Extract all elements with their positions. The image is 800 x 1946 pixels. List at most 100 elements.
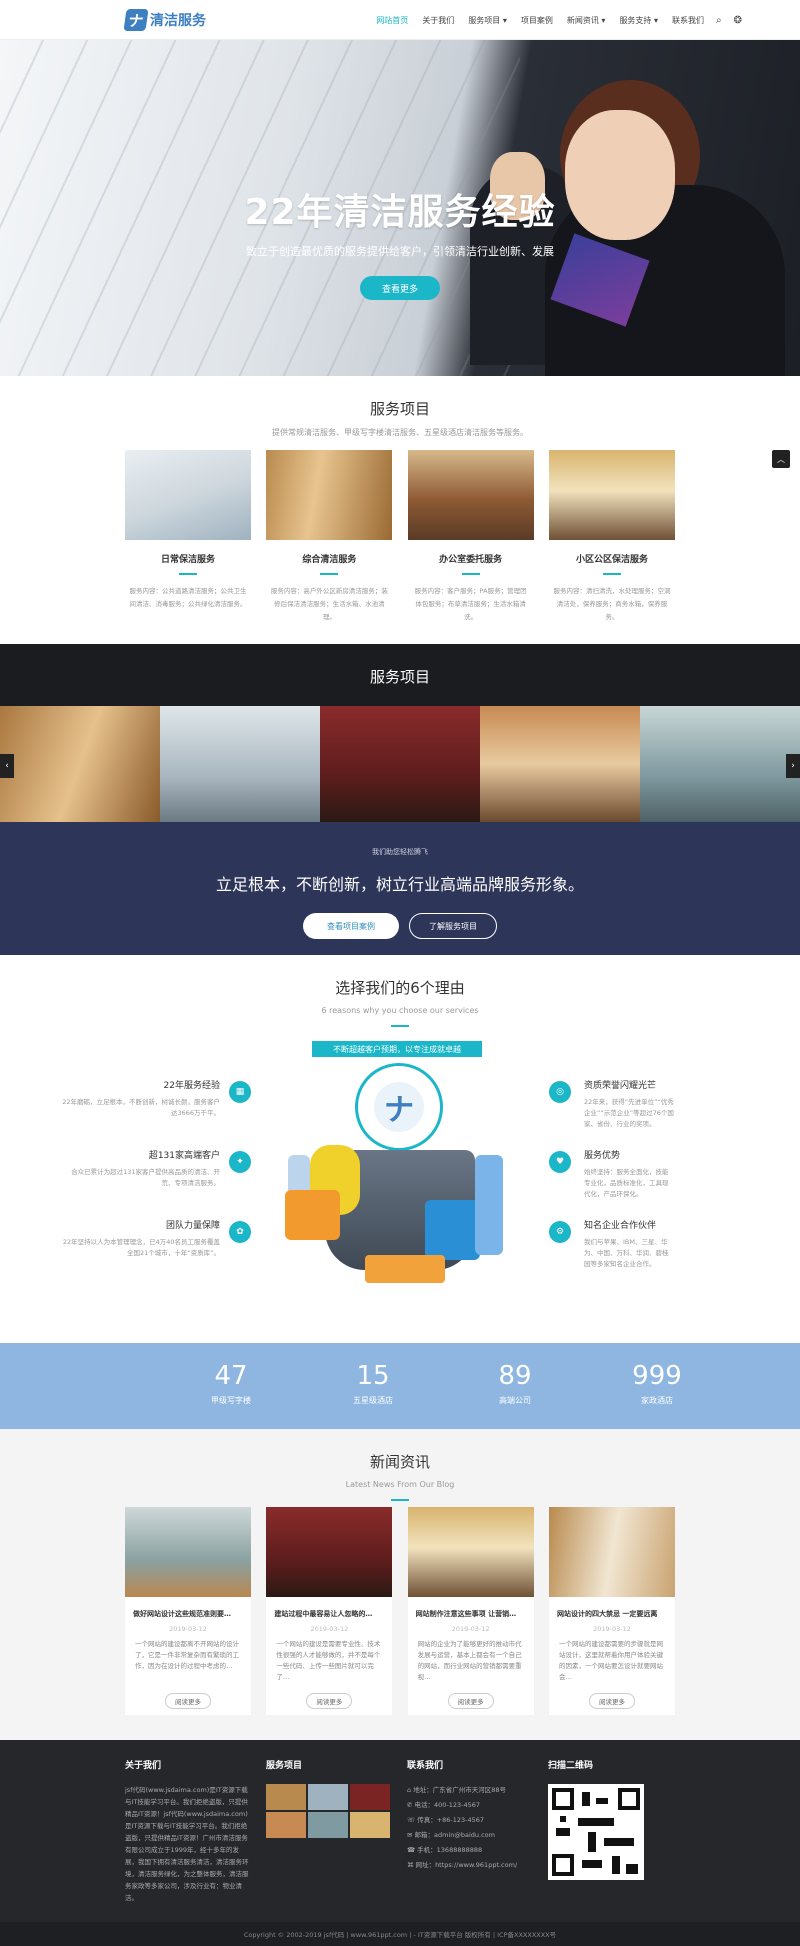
nav-cases[interactable]: 项目案例 <box>521 15 553 26</box>
reason-item: 团队力量保障 22年坚持以人为本管理理念，已4万40名员工服务覆盖全国21个城市… <box>60 1221 220 1259</box>
reason-item: 资质荣誉闪耀光芒 22年来，获得“先进单位”“优秀企业”“示范企业”等超过76个… <box>584 1081 674 1130</box>
nav-home[interactable]: 网站首页 <box>376 15 408 26</box>
nav-services[interactable]: 服务项目 ▾ <box>468 15 507 26</box>
reason-desc: 22年磨砺，立足根本，不断创新，树诚长颜，服务客户达3666万千平。 <box>62 1098 220 1117</box>
service-title: 办公室委托服务 <box>439 555 503 565</box>
reasons-subtitle: 6 reasons why you choose our services <box>321 1006 479 1015</box>
service-card[interactable]: 办公室委托服务 服务内容：客户服务；PA服务；管理团体包服务；布草清洁服务；生活… <box>407 450 534 624</box>
stat-label: 五星级酒店 <box>353 1396 393 1405</box>
reason-desc: 22年来，获得“先进单位”“优秀企业”“示范企业”等超过76个国家、省份、行业的… <box>584 1098 674 1128</box>
footer-thumb[interactable] <box>350 1812 390 1838</box>
award-icon: ◎ <box>549 1081 571 1103</box>
footer-contact-title: 联系我们 <box>407 1761 444 1771</box>
slide-image[interactable] <box>160 706 320 822</box>
stat-label: 甲级写字楼 <box>211 1396 251 1405</box>
footer-qr-title: 扫描二维码 <box>548 1761 594 1771</box>
read-more-button[interactable]: 阅读更多 <box>165 1693 211 1709</box>
contact-website[interactable]: ⌘ 网址：https://www.961ppt.com/ <box>407 1859 537 1871</box>
read-more-button[interactable]: 阅读更多 <box>588 1693 635 1709</box>
slide-image[interactable] <box>320 706 480 822</box>
hero-subtitle: 致立于创造最优质的服务提供给客户，引领清洁行业创新、发展 <box>246 245 554 258</box>
service-desc: 服务内容：客户服务；PA服务；管理团体包服务；布草清洁服务；生活水箱清洗。 <box>414 587 527 621</box>
footer-thumb[interactable] <box>350 1784 390 1810</box>
news-excerpt: 一个网站的建设是需要专业性、技术性很强的人才能够做的，并不是每个一些代码、上传一… <box>276 1640 381 1681</box>
news-date: 2019-03-12 <box>310 1625 349 1633</box>
news-card-title[interactable]: 网站设计的四大禁忌 一定要远离 <box>557 1609 667 1619</box>
slider-next-arrow-icon[interactable]: › <box>786 754 800 778</box>
news-card-title[interactable]: 做好网站设计这些规范准则要… <box>133 1609 243 1619</box>
service-image <box>407 450 534 540</box>
footer-thumb[interactable] <box>266 1784 306 1810</box>
contact-fax: ☏ 传真：+86-123-4567 <box>407 1816 485 1824</box>
stat-number: 999 <box>632 1361 682 1391</box>
reasons-title: 选择我们的6个理由 <box>335 979 465 997</box>
service-card[interactable]: 日常保洁服务 服务内容：公共道路清洁服务；公共卫生间清洁、消毒服务；公共绿化清洁… <box>125 450 251 624</box>
qr-code-image <box>548 1784 644 1880</box>
divider <box>179 573 197 575</box>
news-date: 2019-03-12 <box>451 1625 490 1633</box>
hero-more-button[interactable]: 查看更多 <box>360 276 440 300</box>
stat-item: 999 家政酒店 <box>586 1343 728 1429</box>
news-card[interactable]: 网站制作注意这些事项 让营销… 2019-03-12 网站的企业为了能够更好的推… <box>407 1507 534 1715</box>
news-card[interactable]: 建站过程中最容易让人忽略的… 2019-03-12 一个网站的建设是需要专业性、… <box>266 1507 393 1715</box>
news-card[interactable]: 做好网站设计这些规范准则要… 2019-03-12 一个网站的建设都离不开网站的… <box>125 1507 251 1715</box>
divider <box>461 573 480 575</box>
news-card-title[interactable]: 网站制作注意这些事项 让营销… <box>416 1609 526 1619</box>
contact-email[interactable]: ✉ 邮箱：admin@baidu.com <box>407 1829 537 1841</box>
news-card[interactable]: 网站设计的四大禁忌 一定要远离 2019-03-12 一个网站的建设都需要的步骤… <box>548 1507 675 1715</box>
hero-title: 22年清洁服务经验 <box>244 192 556 233</box>
service-desc: 服务内容：公共道路清洁服务；公共卫生间清洁、消毒服务；公共绿化清洁服务。 <box>129 587 247 608</box>
nav-news[interactable]: 新闻资讯 ▾ <box>567 15 606 26</box>
services-title: 服务项目 <box>369 400 430 418</box>
news-image <box>266 1507 393 1597</box>
search-icon[interactable]: ⌕ <box>716 15 722 26</box>
reasons-tagline: 不断超越客户预期，以专注成就卓越 <box>312 1041 482 1057</box>
reason-desc: 始终坚持：服务全面化，技能专业化，品质标准化，工具现代化，产品环保化。 <box>584 1168 669 1198</box>
footer-thumb[interactable] <box>308 1812 348 1838</box>
footer-qr: 扫描二维码 <box>548 1760 674 1880</box>
service-desc: 服务内容：清扫清洗，水处理服务；空洞清洁处，保养服务；商务水箱，保养服务。 <box>553 587 671 621</box>
news-title: 新闻资讯 <box>369 1453 430 1471</box>
service-cards: 日常保洁服务 服务内容：公共道路清洁服务；公共卫生间清洁、消毒服务；公共绿化清洁… <box>125 450 675 624</box>
weibo-icon[interactable]: ❂ <box>734 15 742 26</box>
slider-prev-arrow-icon[interactable]: ‹ <box>0 754 14 778</box>
reason-title: 知名企业合作伙伴 <box>584 1221 657 1231</box>
nav-about[interactable]: 关于我们 <box>422 15 454 26</box>
team-icon: ✿ <box>229 1221 251 1243</box>
nav-contact[interactable]: 联系我们 <box>672 15 704 26</box>
reason-item: 22年服务经验 22年磨砺，立足根本，不断创新，树诚长颜，服务客户达3666万千… <box>60 1081 220 1119</box>
heart-icon: ♥ <box>549 1151 571 1173</box>
service-title: 日常保洁服务 <box>160 555 215 565</box>
cta-headline: 立足根本，不断创新，树立行业高端品牌服务形象。 <box>215 875 584 894</box>
reason-title: 超131家高端客户 <box>148 1151 220 1161</box>
read-more-button[interactable]: 阅读更多 <box>306 1693 353 1709</box>
service-card[interactable]: 综合清洁服务 服务内容：高户外公区新房清洁服务；装修后保洁清洁服务；生活水箱、水… <box>266 450 393 624</box>
logo-mark-icon: ナ <box>123 9 149 31</box>
view-cases-button[interactable]: 查看项目案例 <box>303 913 399 939</box>
reasons-section: 选择我们的6个理由 6 reasons why you choose our s… <box>0 955 800 1343</box>
reasons-logo: ナ <box>355 1063 443 1151</box>
slide-image[interactable] <box>480 706 640 822</box>
view-services-button[interactable]: 了解服务项目 <box>409 913 497 939</box>
reason-title: 团队力量保障 <box>165 1221 220 1231</box>
news-excerpt: 网站的企业为了能够更好的推动市代发展与运营，基本上都会有一个自己的网站，而行业网… <box>417 1640 522 1681</box>
news-card-title[interactable]: 建站过程中最容易让人忽略的… <box>274 1609 384 1619</box>
news-excerpt: 一个网站的建设都离不开网站的设计了，它是一件非常复杂而有繁琐的工作，因为在设计的… <box>135 1640 239 1670</box>
service-card[interactable]: 小区公区保洁服务 服务内容：清扫清洗，水处理服务；空洞清洁处，保养服务；商务水箱… <box>548 450 675 624</box>
site-logo[interactable]: ナ 清洁服务 <box>123 8 206 32</box>
services-subtitle: 提供常规清洁服务、甲级写字楼清洁服务、五星级酒店清洁服务等服务。 <box>272 428 528 437</box>
read-more-button[interactable]: 阅读更多 <box>447 1693 494 1709</box>
slide-image[interactable] <box>0 706 160 822</box>
footer-about-text: jsf代码(www.jsdaima.com)是IT资源下载与IT技能学习平台。我… <box>125 1786 249 1902</box>
footer-thumb[interactable] <box>308 1784 348 1810</box>
partner-icon: ⚙ <box>549 1221 571 1243</box>
spray-bottle-image <box>475 1155 503 1255</box>
stat-item: 47 甲级写字楼 <box>160 1343 302 1429</box>
footer-thumb[interactable] <box>266 1812 306 1838</box>
reason-desc: 我们与苹果、IBM、三星、华为、中国、万科、华润、碧桂园等多家知名企业合作。 <box>584 1238 669 1268</box>
nav-support[interactable]: 服务支持 ▾ <box>619 15 658 26</box>
slide-image[interactable] <box>640 706 800 822</box>
back-to-top-icon[interactable]: ︿ <box>772 450 790 468</box>
footer-thumbnails <box>266 1784 396 1838</box>
main-nav: 网站首页 关于我们 服务项目 ▾ 项目案例 新闻资讯 ▾ 服务支持 ▾ 联系我们… <box>362 0 742 40</box>
